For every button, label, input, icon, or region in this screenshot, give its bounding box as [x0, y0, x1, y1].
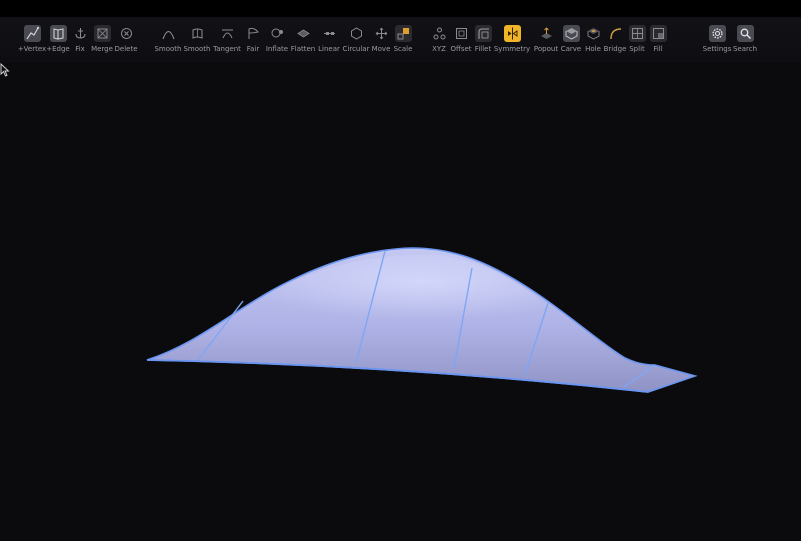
tool-fix-label: Fix	[75, 45, 85, 53]
smooth-surface-icon	[189, 25, 206, 42]
symmetry-icon	[503, 25, 521, 42]
tool-delete[interactable]: Delete	[109, 25, 143, 53]
tool-fill[interactable]: Fill	[641, 25, 675, 53]
tool-smooth-curve-label: Smooth	[154, 45, 182, 53]
inflate-icon	[269, 25, 286, 42]
mouse-cursor-icon	[0, 63, 10, 77]
tool-symmetry-label: Symmetry	[493, 45, 531, 53]
fillet-icon	[474, 25, 492, 42]
3d-viewport[interactable]	[0, 63, 801, 541]
tool-scale-label: Scale	[393, 45, 413, 53]
add-vertex-icon	[23, 25, 41, 42]
tool-fair-label: Fair	[246, 45, 260, 53]
scale-icon	[394, 25, 412, 42]
smooth-curve-icon	[160, 25, 177, 42]
merge-icon	[93, 25, 111, 42]
fill-icon	[649, 25, 667, 42]
tool-inflate-label: Inflate	[265, 45, 289, 53]
flatten-icon	[295, 25, 312, 42]
toolbar: +Vertex +Edge Fix Merge Delete Smooth Sm…	[0, 17, 801, 63]
linear-icon	[321, 25, 338, 42]
tool-search-label: Search	[732, 45, 758, 53]
tool-fillet-label: Fillet	[474, 45, 492, 53]
tangent-icon	[219, 25, 236, 42]
tool-delete-label: Delete	[114, 45, 138, 53]
fair-icon	[245, 25, 262, 42]
delete-icon	[118, 25, 135, 42]
window-top-strip	[0, 0, 801, 17]
popout-icon	[538, 25, 555, 42]
tool-fill-label: Fill	[653, 45, 663, 53]
tool-search[interactable]: Search	[728, 25, 762, 53]
tool-symmetry[interactable]: Symmetry	[493, 25, 531, 53]
tool-linear-label: Linear	[318, 45, 340, 53]
gear-icon	[708, 25, 726, 42]
tool-scale[interactable]: Scale	[386, 25, 420, 53]
tool-smooth-surface[interactable]: Smooth	[180, 25, 214, 53]
tool-smooth-surface-label: Smooth	[183, 45, 211, 53]
search-icon	[736, 25, 754, 42]
surface-model	[146, 247, 698, 393]
circular-icon	[348, 25, 365, 42]
